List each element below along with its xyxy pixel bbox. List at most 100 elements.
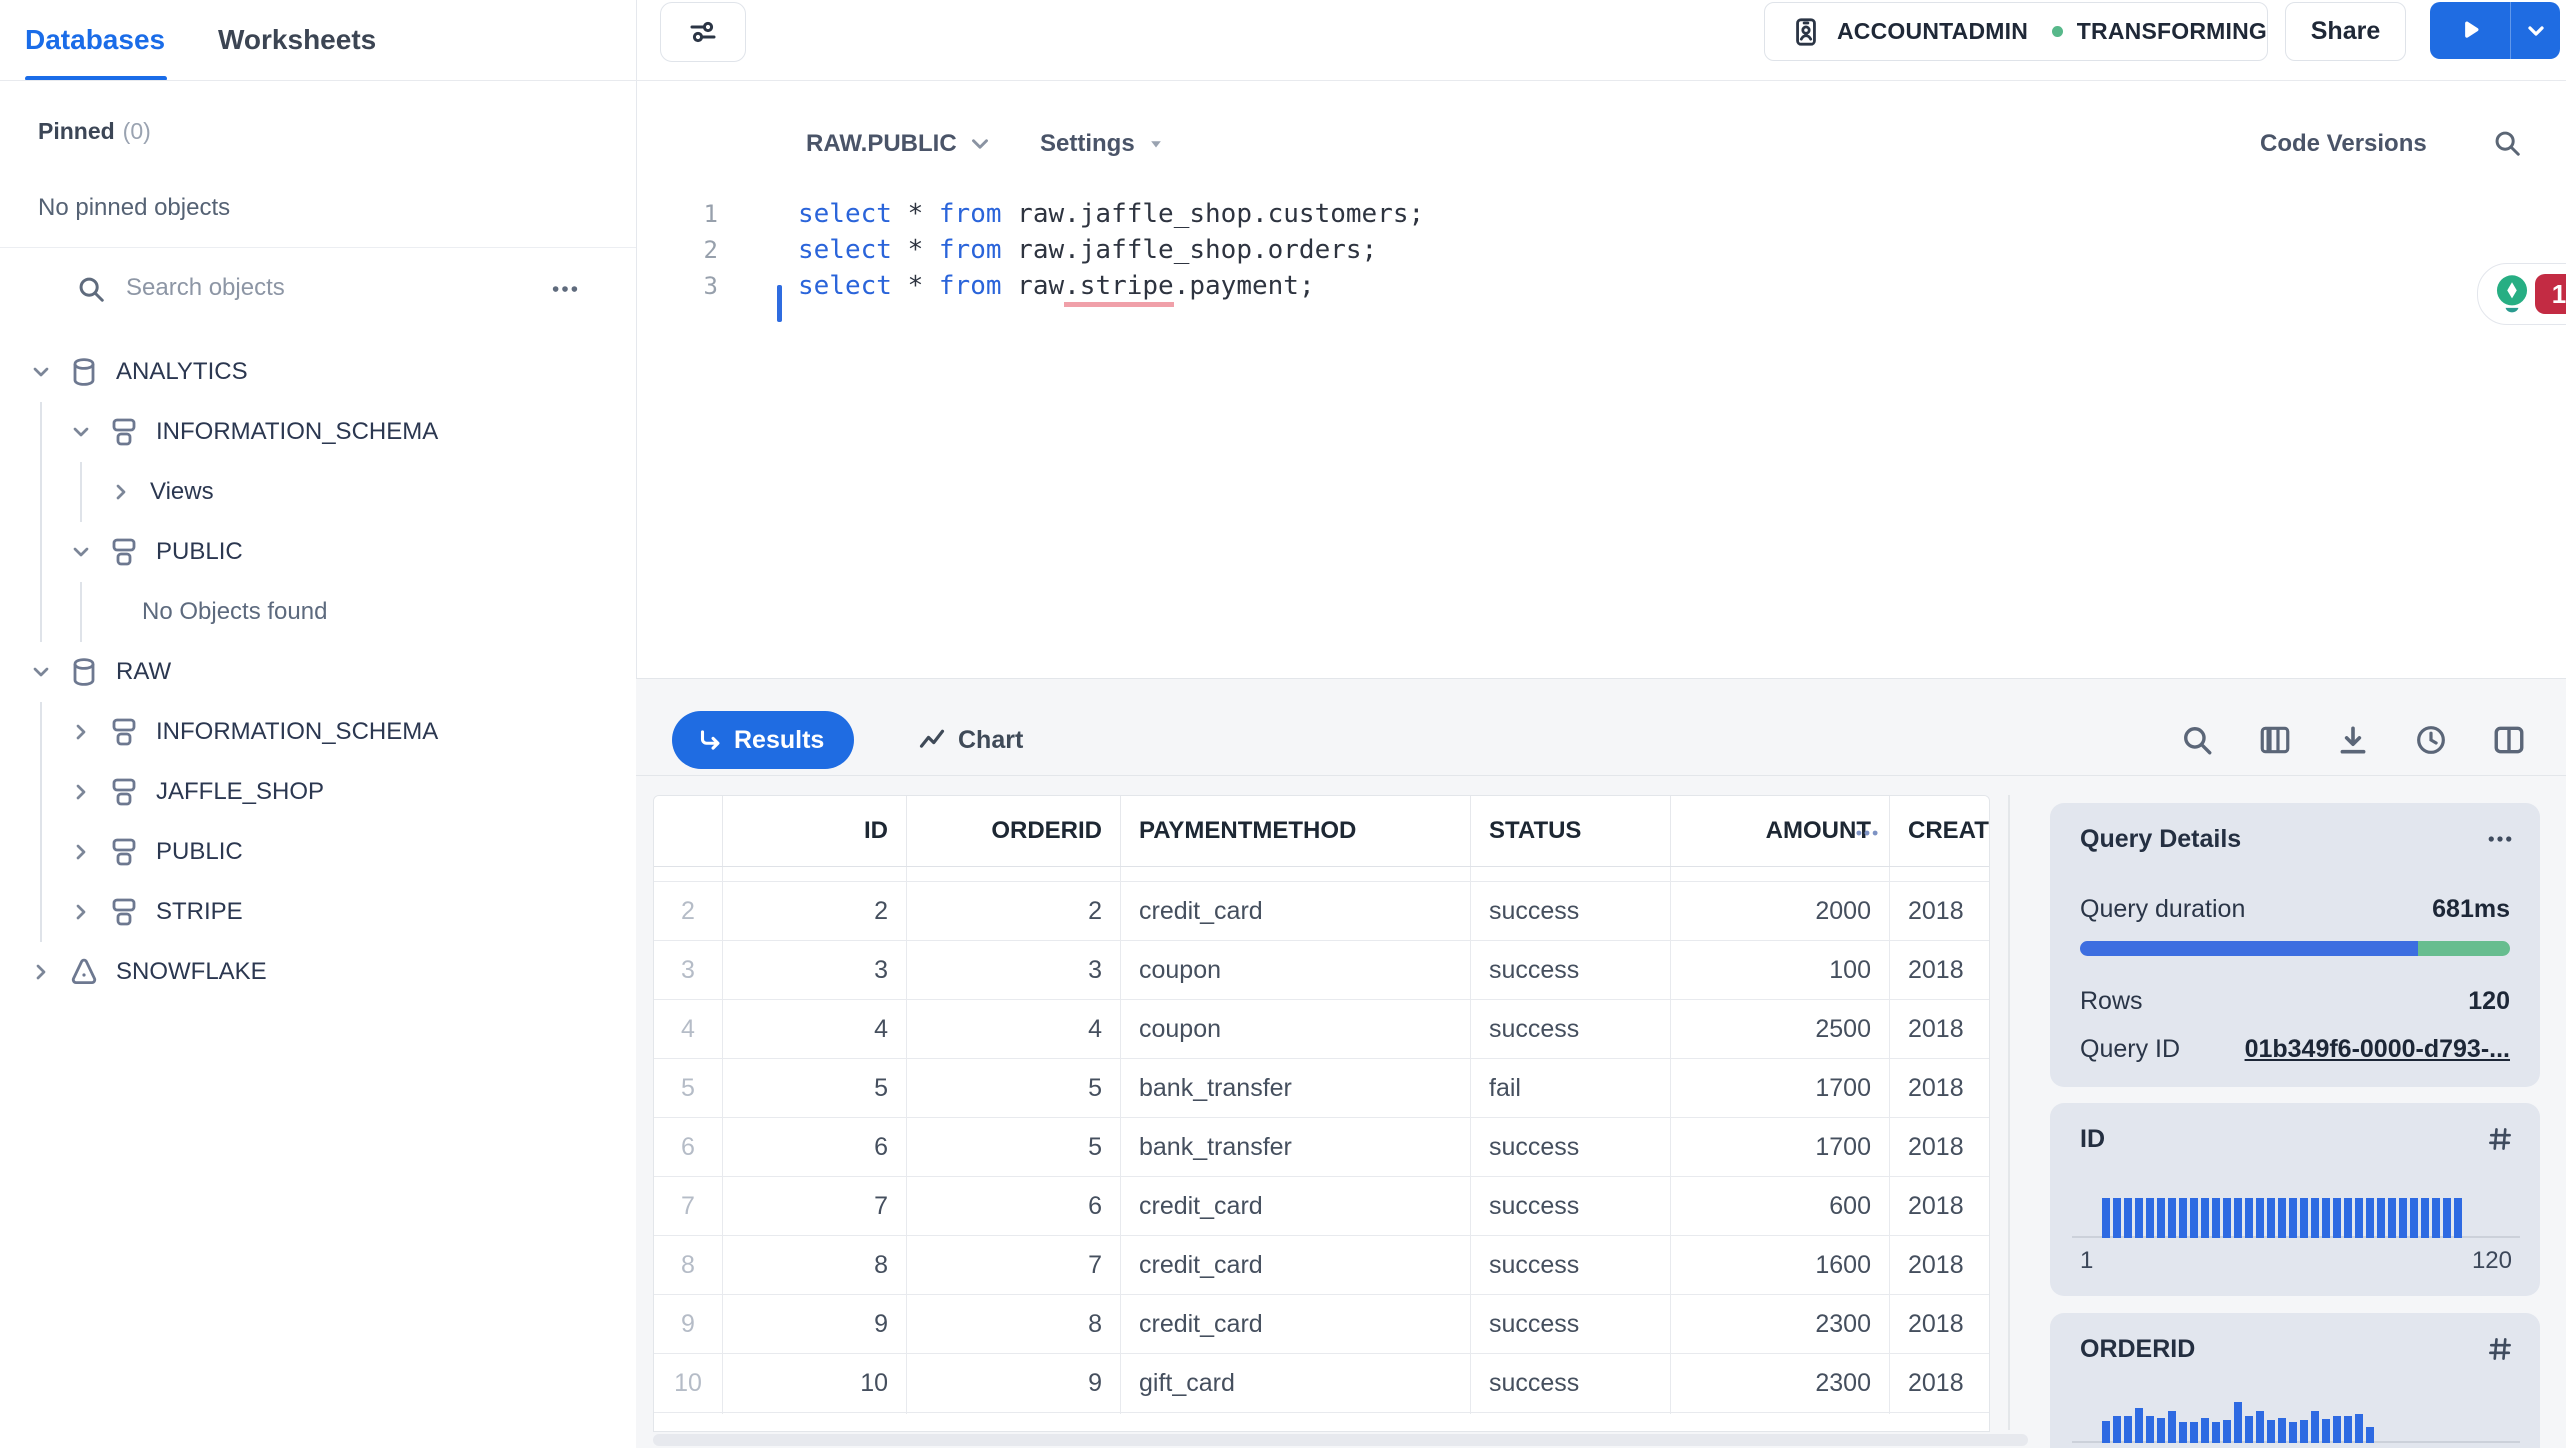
tree-item-views[interactable]: Views: [0, 462, 636, 522]
download-icon[interactable]: [2336, 723, 2370, 757]
sliders-icon: [687, 16, 719, 48]
search-icon[interactable]: [2180, 723, 2214, 757]
tab-databases[interactable]: Databases: [25, 0, 165, 80]
table-row-1[interactable]: 111credit_cardsuccess10002018: [654, 866, 1989, 882]
search-objects-input[interactable]: Search objects: [0, 262, 636, 318]
cell: [1671, 1413, 1890, 1414]
cell: credit_card: [1121, 882, 1471, 940]
table-vertical-scrollbar[interactable]: [2008, 795, 2010, 1430]
histogram-bar: [2157, 1418, 2165, 1443]
tree-item-label: INFORMATION_SCHEMA: [156, 418, 439, 445]
column-header-orderid[interactable]: ORDERID: [907, 796, 1121, 866]
chevron-down-icon[interactable]: [28, 659, 54, 685]
table-row-10[interactable]: 10 10 9 gift_card success 2300 2018: [654, 1354, 1989, 1413]
histogram-bar: [2245, 1198, 2253, 1238]
line-number: 3: [703, 272, 718, 300]
search-icon: [76, 274, 106, 304]
tab-chart[interactable]: Chart: [918, 711, 1023, 769]
code-line-1[interactable]: 1 select * from raw.jaffle_shop.customers…: [636, 196, 2566, 232]
column-header-status[interactable]: STATUS: [1471, 796, 1671, 866]
more-options-icon[interactable]: [550, 274, 580, 304]
query-id-label: Query ID: [2080, 1035, 2181, 1063]
query-details-menu-icon[interactable]: [2486, 825, 2514, 853]
table-body-viewport[interactable]: 111credit_cardsuccess10002018222credit_c…: [654, 866, 1989, 1414]
editor-search-icon[interactable]: [2492, 128, 2522, 158]
cell: bank_transfer: [1121, 1118, 1471, 1176]
history-icon[interactable]: [2414, 723, 2448, 757]
cell: 2018: [1890, 1059, 1989, 1117]
tree-item-raw[interactable]: RAW: [0, 642, 636, 702]
column-header-created[interactable]: CREATED: [1890, 796, 1989, 866]
histogram-bar: [2311, 1198, 2319, 1238]
tree-item-analytics[interactable]: ANALYTICS: [0, 342, 636, 402]
histogram-bar: [2355, 1198, 2363, 1238]
table-horizontal-scrollbar[interactable]: [653, 1434, 2028, 1446]
code-versions-button[interactable]: Code Versions: [2260, 130, 2427, 158]
stats-card-title: ID: [2080, 1125, 2105, 1153]
run-options-chevron-icon[interactable]: [2511, 2, 2560, 59]
numeric-column-icon: [2486, 1125, 2514, 1153]
cell: [907, 1413, 1121, 1414]
schema-icon: [108, 896, 140, 928]
code-line-3[interactable]: 3 select * from raw.stripe.payment;: [636, 268, 2566, 307]
column-menu-dots-icon[interactable]: [1854, 820, 1880, 846]
tree-item-snowflake[interactable]: SNOWFLAKE: [0, 942, 636, 1002]
tab-results[interactable]: Results: [672, 711, 855, 769]
table-row-7[interactable]: 7 7 6 credit_card success 600 2018: [654, 1177, 1989, 1236]
histogram-bar: [2146, 1198, 2154, 1238]
tree-item-public[interactable]: PUBLIC: [0, 822, 636, 882]
cell: success: [1471, 1236, 1671, 1294]
histogram-bar: [2234, 1402, 2242, 1443]
sql-editor[interactable]: 1 select * from raw.jaffle_shop.customers…: [636, 196, 2566, 307]
run-button[interactable]: [2430, 2, 2560, 59]
chevron-down-icon[interactable]: [28, 359, 54, 385]
chevron-down-icon: [967, 131, 993, 157]
tree-item-stripe[interactable]: STRIPE: [0, 882, 636, 942]
tab-worksheets[interactable]: Worksheets: [218, 0, 376, 80]
cell: 3: [907, 941, 1121, 999]
context-selector[interactable]: ACCOUNTADMIN TRANSFORMING: [1764, 2, 2268, 61]
code-line-2[interactable]: 2 select * from raw.jaffle_shop.orders;: [636, 232, 2566, 268]
chevron-right-icon[interactable]: [68, 719, 94, 745]
table-row-11[interactable]: 11: [654, 1413, 1989, 1414]
tree-item-jaffle-shop[interactable]: JAFFLE_SHOP: [0, 762, 636, 822]
table-row-6[interactable]: 6 6 5 bank_transfer success 1700 2018: [654, 1118, 1989, 1177]
column-header-id[interactable]: ID: [723, 796, 907, 866]
column-stats-card-id[interactable]: ID 1 120: [2050, 1103, 2540, 1296]
application-icon: [68, 956, 100, 988]
chevron-down-icon[interactable]: [68, 539, 94, 565]
query-id-link[interactable]: 01b349f6-0000-d793-...: [2245, 1035, 2510, 1064]
tree-item-information-schema[interactable]: INFORMATION_SCHEMA: [0, 702, 636, 762]
table-row-3[interactable]: 3 3 3 coupon success 100 2018: [654, 941, 1989, 1000]
chevron-right-icon[interactable]: [68, 899, 94, 925]
table-row-5[interactable]: 5 5 5 bank_transfer fail 1700 2018: [654, 1059, 1989, 1118]
chevron-right-icon[interactable]: [68, 839, 94, 865]
chevron-down-icon[interactable]: [68, 419, 94, 445]
numeric-column-icon: [2486, 1335, 2514, 1363]
database-tree: ANALYTICS INFORMATION_SCHEMA Views PUBLIC No…: [0, 342, 636, 1002]
histogram-bar: [2344, 1416, 2352, 1443]
table-row-4[interactable]: 4 4 4 coupon success 2500 2018: [654, 1000, 1989, 1059]
copilot-widget[interactable]: 1: [2477, 263, 2566, 325]
editor-options-button[interactable]: [660, 2, 746, 62]
histogram-bar: [2256, 1198, 2264, 1238]
column-header-paymentmethod[interactable]: PAYMENTMETHOD: [1121, 796, 1471, 866]
histogram-bar: [2190, 1198, 2198, 1238]
chevron-right-icon[interactable]: [108, 479, 134, 505]
schema-context-dropdown[interactable]: RAW.PUBLIC: [806, 130, 993, 158]
table-row-9[interactable]: 9 9 8 credit_card success 2300 2018: [654, 1295, 1989, 1354]
share-button[interactable]: Share: [2285, 2, 2406, 61]
settings-dropdown[interactable]: Settings: [1040, 130, 1167, 158]
play-icon[interactable]: [2430, 2, 2511, 59]
split-panel-icon[interactable]: [2492, 723, 2526, 757]
histogram-bar: [2113, 1198, 2121, 1238]
table-row-2[interactable]: 2 2 2 credit_card success 2000 2018: [654, 882, 1989, 941]
table-row-8[interactable]: 8 8 7 credit_card success 1600 2018: [654, 1236, 1989, 1295]
column-stats-card-orderid[interactable]: ORDERID: [2050, 1313, 2540, 1448]
search-placeholder: Search objects: [126, 274, 285, 301]
chevron-right-icon[interactable]: [28, 959, 54, 985]
tree-item-public[interactable]: PUBLIC: [0, 522, 636, 582]
chevron-right-icon[interactable]: [68, 779, 94, 805]
tree-item-information-schema[interactable]: INFORMATION_SCHEMA: [0, 402, 636, 462]
columns-icon[interactable]: [2258, 723, 2292, 757]
